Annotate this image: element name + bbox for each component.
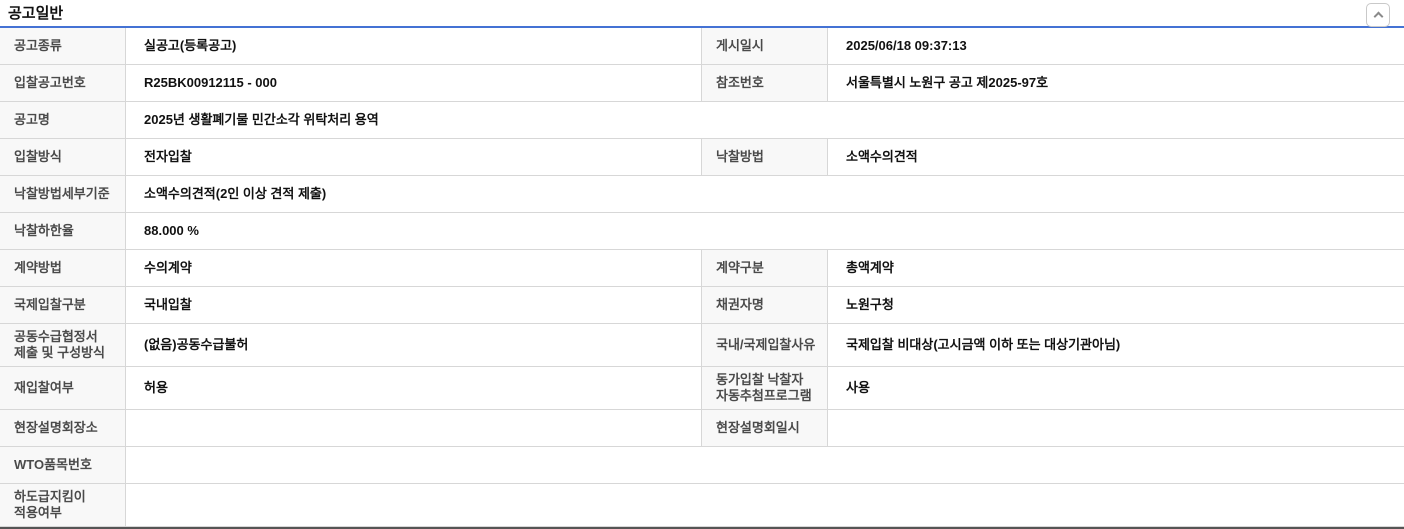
award-method-detail-label: 낙찰방법세부기준 <box>0 176 126 212</box>
post-datetime-value: 2025/06/18 09:37:13 <box>846 38 967 53</box>
site-briefing-place-label: 현장설명회장소 <box>0 410 126 446</box>
notice-title-value: 2025년 생활폐기물 민간소각 위탁처리 용역 <box>144 112 379 127</box>
site-briefing-place-value <box>126 410 702 446</box>
page-title: 공고일반 <box>8 5 64 22</box>
reference-no-value: 서울특별시 노원구 공고 제2025-97호 <box>846 75 1049 90</box>
joint-supply-agreement-value: (없음)공동수급불허 <box>126 324 702 366</box>
intl-bid-class-value: 국내입찰 <box>126 287 702 323</box>
collapse-section-button[interactable] <box>1366 3 1390 27</box>
tie-bid-auto-draw-value: 사용 <box>846 380 870 395</box>
reference-no-label: 참조번호 <box>702 65 828 101</box>
site-briefing-datetime-label: 현장설명회일시 <box>702 410 828 446</box>
wto-item-no-label: WTO품목번호 <box>0 447 126 483</box>
site-briefing-datetime-value <box>828 410 1404 446</box>
table-row-contract-method: 계약방법 수의계약 계약구분 총액계약 <box>0 250 1404 287</box>
table-row-rebid: 재입찰여부 허용 동가입찰 낙찰자 자동추첨프로그램 사용 <box>0 367 1404 410</box>
creditor-name-label: 채권자명 <box>702 287 828 323</box>
table-row-intl-bid-class: 국제입찰구분 국내입찰 채권자명 노원구청 <box>0 287 1404 324</box>
award-method-label: 낙찰방법 <box>702 139 828 175</box>
table-row-bid-notice-no: 입찰공고번호 R25BK00912115 - 000 참조번호 서울특별시 노원… <box>0 65 1404 102</box>
domestic-intl-reason-label: 국내/국제입찰사유 <box>702 324 828 366</box>
award-method-value: 소액수의견적 <box>846 149 918 164</box>
table-row-joint-supply: 공동수급협정서 제출 및 구성방식 (없음)공동수급불허 국내/국제입찰사유 국… <box>0 324 1404 367</box>
table-row-wto-item-no: WTO품목번호 <box>0 447 1404 484</box>
creditor-name-value: 노원구청 <box>846 297 894 312</box>
panel-header: 공고일반 <box>0 0 1404 28</box>
notice-type-label: 공고종류 <box>0 28 126 64</box>
bid-notice-no-value: R25BK00912115 - 000 <box>126 65 702 101</box>
contract-type-value: 총액계약 <box>846 260 894 275</box>
award-lower-limit-rate-value: 88.000 % <box>144 223 199 238</box>
bid-method-label: 입찰방식 <box>0 139 126 175</box>
intl-bid-class-label: 국제입찰구분 <box>0 287 126 323</box>
bid-method-value: 전자입찰 <box>126 139 702 175</box>
award-lower-limit-rate-label: 낙찰하한율 <box>0 213 126 249</box>
table-row-site-briefing: 현장설명회장소 현장설명회일시 <box>0 410 1404 447</box>
table-row-award-lower-limit-rate: 낙찰하한율 88.000 % <box>0 213 1404 250</box>
table-row-bid-method: 입찰방식 전자입찰 낙찰방법 소액수의견적 <box>0 139 1404 176</box>
post-datetime-label: 게시일시 <box>702 28 828 64</box>
subcontract-keeper-label: 하도급지킴이 적용여부 <box>0 484 126 526</box>
bid-notice-no-label: 입찰공고번호 <box>0 65 126 101</box>
joint-supply-agreement-label: 공동수급협정서 제출 및 구성방식 <box>0 324 126 366</box>
subcontract-keeper-value <box>126 484 1404 526</box>
contract-method-value: 수의계약 <box>126 250 702 286</box>
contract-type-label: 계약구분 <box>702 250 828 286</box>
chevron-up-icon <box>1373 11 1383 22</box>
rebid-allowed-label: 재입찰여부 <box>0 367 126 409</box>
notice-type-value: 실공고(등록공고) <box>126 28 702 64</box>
contract-method-label: 계약방법 <box>0 250 126 286</box>
table-row-notice-type: 공고종류 실공고(등록공고) 게시일시 2025/06/18 09:37:13 <box>0 28 1404 65</box>
notice-title-label: 공고명 <box>0 102 126 138</box>
notice-info-table: 공고종류 실공고(등록공고) 게시일시 2025/06/18 09:37:13 … <box>0 28 1404 529</box>
domestic-intl-reason-value: 국제입찰 비대상(고시금액 이하 또는 대상기관아님) <box>846 337 1121 352</box>
notice-general-panel: 공고일반 공고종류 실공고(등록공고) 게시일시 2025/06/18 09:3… <box>0 0 1404 529</box>
wto-item-no-value <box>126 447 1404 483</box>
rebid-allowed-value: 허용 <box>126 367 702 409</box>
table-row-subcontract-keeper: 하도급지킴이 적용여부 <box>0 484 1404 527</box>
award-method-detail-value: 소액수의견적(2인 이상 견적 제출) <box>144 186 327 201</box>
table-row-notice-title: 공고명 2025년 생활폐기물 민간소각 위탁처리 용역 <box>0 102 1404 139</box>
table-row-award-method-detail: 낙찰방법세부기준 소액수의견적(2인 이상 견적 제출) <box>0 176 1404 213</box>
tie-bid-auto-draw-label: 동가입찰 낙찰자 자동추첨프로그램 <box>702 367 828 409</box>
